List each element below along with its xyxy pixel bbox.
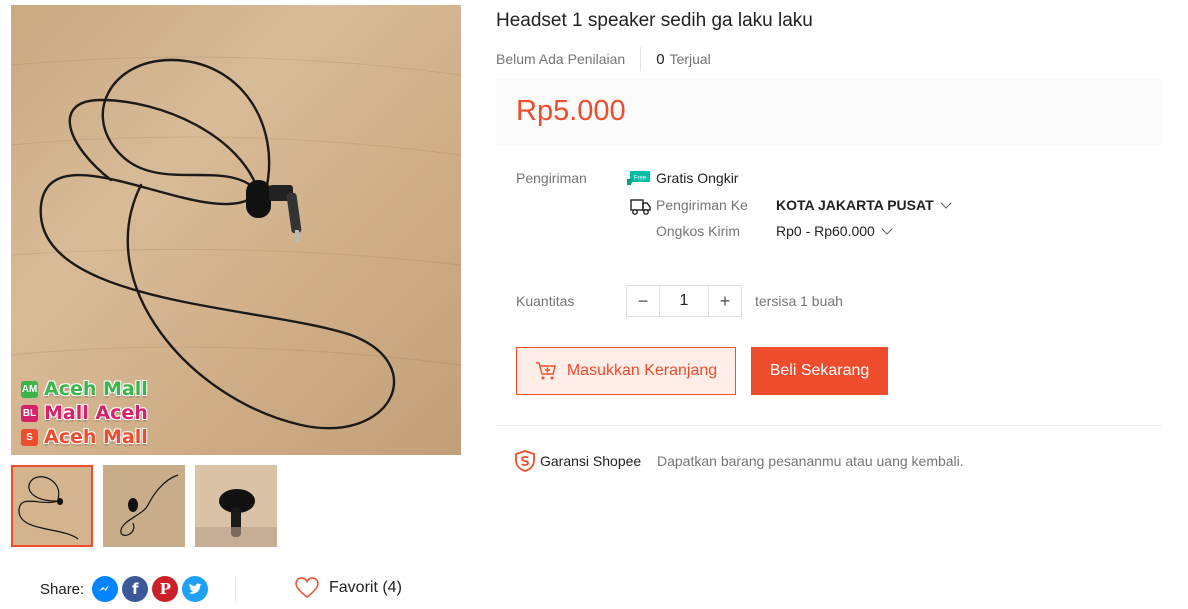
divider — [235, 577, 236, 601]
add-to-cart-button[interactable]: Masukkan Keranjang — [516, 347, 736, 395]
shipping-destination: KOTA JAKARTA PUSAT — [776, 197, 934, 213]
product-title: Headset 1 speaker sedih ga laku laku — [496, 10, 813, 31]
watermark-text: Mall Aceh — [44, 402, 148, 424]
decrease-quantity-button[interactable]: − — [627, 286, 659, 316]
guarantee-text: Dapatkan barang pesananmu atau uang kemb… — [657, 453, 964, 469]
free-badge-text: Free — [634, 176, 647, 182]
buy-now-button[interactable]: Beli Sekarang — [751, 347, 888, 395]
thumbnail-3[interactable] — [195, 465, 277, 547]
facebook-icon[interactable]: f — [122, 576, 149, 602]
favorite-count: Favorit (4) — [329, 579, 402, 596]
shipping-label: Pengiriman — [516, 170, 587, 186]
watermark-text: Aceh Mall — [44, 378, 148, 400]
shipping-cost-label: Ongkos Kirim — [656, 223, 741, 239]
twitter-icon[interactable] — [182, 576, 209, 602]
increase-quantity-button[interactable]: + — [709, 286, 741, 316]
watermark-logo-icon: AM — [21, 380, 38, 398]
thumbnail-1[interactable] — [11, 465, 93, 547]
free-shipping-icon: Free — [627, 171, 650, 185]
price-box: Rp5.000 — [496, 79, 1161, 145]
main-product-image[interactable]: AM Aceh Mall BL Mall Aceh S Aceh Mall — [11, 5, 461, 455]
messenger-icon[interactable] — [92, 576, 119, 602]
share-row: Share: f P — [40, 575, 209, 603]
quantity-input[interactable] — [659, 286, 709, 316]
divider — [496, 425, 1161, 426]
rating-text[interactable]: Belum Ada Penilaian — [496, 51, 625, 67]
sold-count: 0 — [656, 50, 665, 68]
quantity-stepper: − + — [626, 285, 742, 317]
watermark-row-1: AM Aceh Mall — [21, 378, 148, 400]
stock-text: tersisa 1 buah — [755, 293, 843, 309]
rating-sold-line: Belum Ada Penilaian 0 Terjual — [496, 47, 711, 71]
thumbnail-image — [195, 465, 277, 547]
favorite-button[interactable]: Favorit (4) — [295, 577, 402, 599]
chevron-down-icon — [881, 223, 893, 235]
watermark-logo-icon: BL — [21, 404, 38, 422]
guarantee-title[interactable]: Garansi Shopee — [540, 453, 641, 469]
truck-icon — [630, 199, 651, 215]
cart-plus-icon — [535, 362, 556, 380]
share-label: Share: — [40, 580, 85, 598]
heart-icon — [295, 577, 319, 598]
thumbnail-image — [13, 467, 91, 545]
sold-label: Terjual — [669, 51, 711, 67]
watermark-row-3: S Aceh Mall — [21, 426, 148, 448]
divider — [640, 47, 642, 71]
shipping-cost-range: Rp0 - Rp60.000 — [776, 223, 875, 239]
shipping-to-label: Pengiriman Ke — [656, 197, 748, 213]
thumbnail-image — [103, 465, 185, 547]
quantity-label: Kuantitas — [516, 293, 575, 309]
watermark-row-2: BL Mall Aceh — [21, 402, 148, 424]
price: Rp5.000 — [516, 95, 626, 127]
thumbnail-2[interactable] — [103, 465, 185, 547]
shipping-destination-select[interactable]: KOTA JAKARTA PUSAT — [776, 197, 952, 213]
shield-icon — [515, 450, 535, 472]
watermark-logo-icon: S — [21, 428, 38, 446]
shipping-cost-select[interactable]: Rp0 - Rp60.000 — [776, 223, 893, 239]
free-shipping-text: Gratis Ongkir — [656, 170, 739, 186]
watermark-text: Aceh Mall — [44, 426, 148, 448]
chevron-down-icon — [939, 197, 952, 209]
pinterest-icon[interactable]: P — [152, 576, 179, 602]
add-to-cart-label: Masukkan Keranjang — [566, 362, 718, 379]
